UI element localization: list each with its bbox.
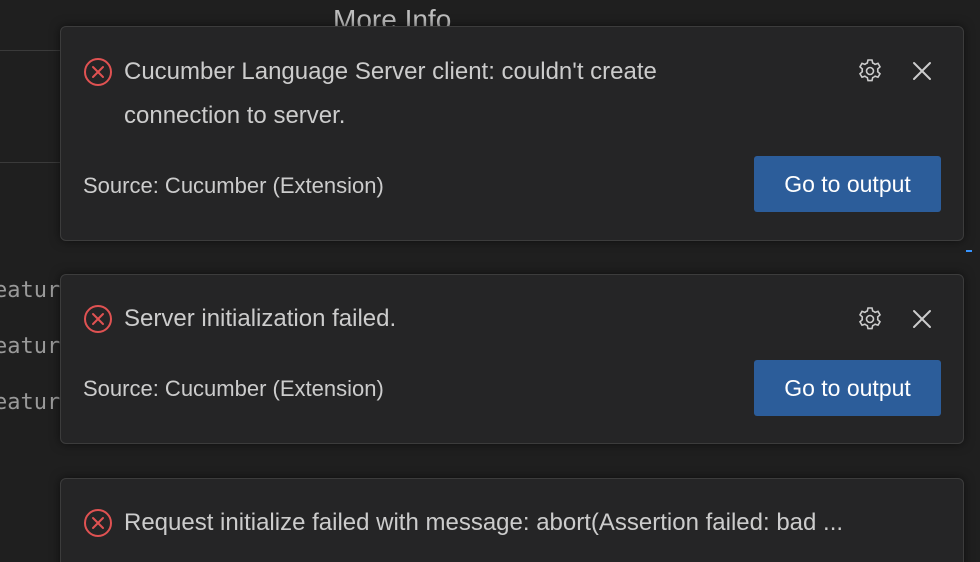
close-icon[interactable] [907, 56, 937, 86]
notification-toast: Server initialization failed. Source: Cu… [60, 274, 964, 444]
notification-message: Request initialize failed with message: … [124, 509, 844, 536]
notification-message: Cucumber Language Server client: couldn'… [124, 58, 657, 129]
gear-icon[interactable] [855, 56, 885, 86]
notification-source: Source: Cucumber (Extension) [83, 376, 384, 401]
go-to-output-button[interactable]: Go to output [754, 360, 941, 416]
notification-toast: Cucumber Language Server client: couldn'… [60, 26, 964, 241]
error-icon [83, 57, 113, 87]
background-accent-mark [966, 250, 972, 252]
background-divider [0, 162, 62, 163]
go-to-output-button[interactable]: Go to output [754, 156, 941, 212]
error-icon [83, 304, 113, 334]
notification-message: Server initialization failed. [124, 305, 397, 332]
gear-icon[interactable] [855, 304, 885, 334]
error-icon [83, 508, 113, 538]
notification-source: Source: Cucumber (Extension) [83, 173, 384, 198]
close-icon[interactable] [907, 304, 937, 334]
notification-toast: Request initialize failed with message: … [60, 478, 964, 562]
background-divider [0, 50, 62, 51]
